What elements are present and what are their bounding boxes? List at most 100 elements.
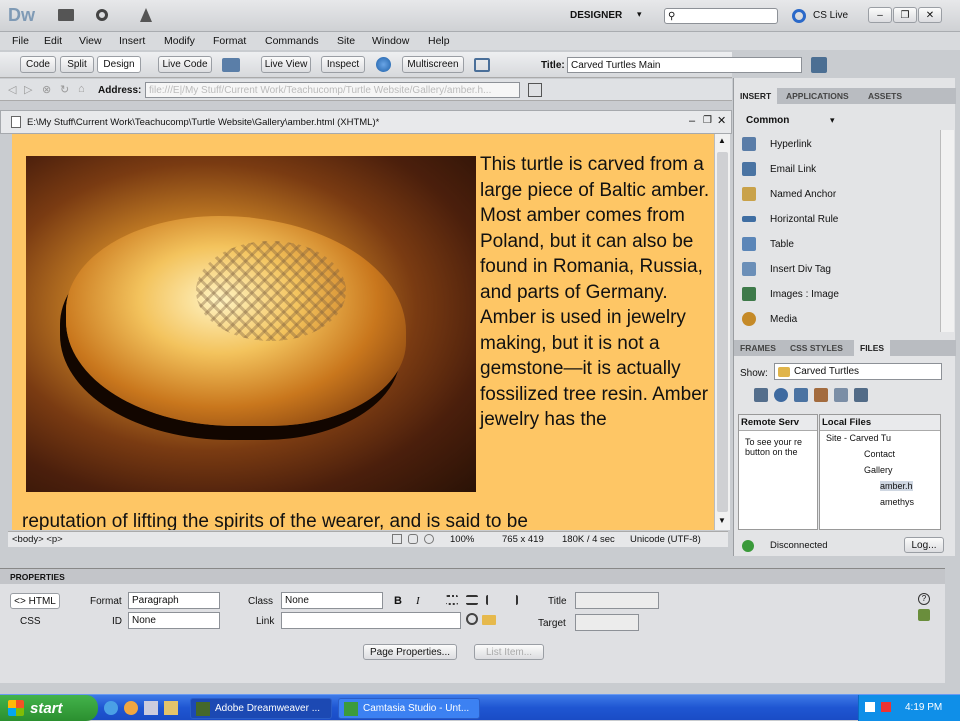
close-document-icon[interactable]: ✕ [717,114,726,127]
menu-view[interactable]: View [79,35,102,47]
cs-live-label[interactable]: CS Live [813,10,848,21]
insert-div-tag[interactable]: Insert Div Tag [742,258,831,280]
check-in-icon[interactable] [834,388,848,402]
file-management-icon[interactable] [811,57,827,73]
body-paragraph-continued[interactable]: reputation of lifting the spirits of the… [22,509,712,530]
site-icon[interactable] [140,8,152,22]
tray-network-icon[interactable] [865,702,875,712]
zoom-level[interactable]: 100% [450,534,474,545]
menu-file[interactable]: File [12,35,29,47]
browser-options-icon[interactable] [528,83,542,97]
get-files-icon[interactable] [794,388,808,402]
class-select[interactable]: None [281,592,383,609]
tree-gallery[interactable]: Gallery [864,465,893,475]
window-size[interactable]: 765 x 419 [502,534,544,545]
outdent-icon[interactable] [486,595,498,605]
restore-button[interactable]: ❐ [893,7,917,23]
firefox-icon[interactable] [124,701,138,715]
show-desktop-icon[interactable] [144,701,158,715]
design-view[interactable]: This turtle is carved from a large piece… [12,134,714,530]
html-mode-button[interactable]: <> HTML [10,593,60,609]
close-button[interactable]: ✕ [918,7,942,23]
code-view-button[interactable]: Code [20,56,56,73]
italic-button[interactable]: I [416,595,420,607]
tree-contact[interactable]: Contact [864,449,895,459]
tag-selector[interactable]: <body> <p> [12,534,63,545]
menu-edit[interactable]: Edit [44,35,62,47]
design-view-button[interactable]: Design [97,56,141,73]
multiscreen-button[interactable]: Multiscreen [402,56,464,73]
document-tab[interactable]: E:\My Stuff\Current Work\Teachucomp\Turt… [0,110,732,134]
insert-media[interactable]: Media [742,308,797,330]
ordered-list-icon[interactable] [466,595,478,605]
list-item-button[interactable]: List Item... [474,644,544,660]
format-select[interactable]: Paragraph [128,592,220,609]
tree-amethyst[interactable]: amethys [880,497,914,507]
chevron-down-icon[interactable]: ▾ [637,9,642,20]
tab-insert[interactable]: INSERT [734,88,778,104]
quick-tag-editor-icon[interactable] [918,609,930,621]
body-paragraph[interactable]: This turtle is carved from a large piece… [480,152,710,433]
zoom-tool-icon[interactable] [424,534,434,544]
chevron-down-icon[interactable]: ▾ [830,115,835,126]
search-input[interactable]: ⚲ [664,8,778,24]
refresh-icon[interactable]: ↻ [60,83,69,96]
remote-files-pane[interactable]: Remote Serv To see your re button on the [738,414,818,530]
indent-icon[interactable] [506,595,518,605]
link-input[interactable] [281,612,461,629]
local-files-pane[interactable]: Local Files Site - Carved Tu Contact Gal… [819,414,941,530]
menu-window[interactable]: Window [372,35,409,47]
task-camtasia[interactable]: Camtasia Studio - Unt... [338,698,480,719]
insert-named-anchor[interactable]: Named Anchor [742,183,836,205]
task-dreamweaver[interactable]: Adobe Dreamweaver ... [190,698,332,719]
insert-table[interactable]: Table [742,233,794,255]
site-select[interactable]: Carved Turtles [774,363,942,380]
scroll-thumb[interactable] [717,152,728,512]
minimize-button[interactable]: – [868,7,892,23]
select-tool-icon[interactable] [392,534,402,544]
back-icon[interactable]: ◁ [8,83,16,96]
amber-turtle-image[interactable] [26,156,476,492]
visual-aids-icon[interactable] [474,58,490,72]
extend-icon[interactable] [96,9,108,21]
bold-button[interactable]: B [394,595,402,607]
layout-icon[interactable] [58,9,74,21]
scroll-down-icon[interactable]: ▼ [718,516,726,525]
document-title-input[interactable]: Carved Turtles Main [567,57,802,73]
page-properties-button[interactable]: Page Properties... [363,644,457,660]
explorer-icon[interactable] [164,701,178,715]
minimize-document-icon[interactable]: – [689,115,695,127]
hand-tool-icon[interactable] [408,534,418,544]
inspect-button[interactable]: Inspect [321,56,365,73]
tray-record-icon[interactable] [881,702,891,712]
restore-document-icon[interactable]: ❐ [703,115,712,126]
split-view-button[interactable]: Split [60,56,94,73]
internet-explorer-icon[interactable] [104,701,118,715]
insert-category[interactable]: Common [746,115,789,126]
browse-folder-icon[interactable] [482,615,496,625]
stop-icon[interactable]: ⊗ [42,83,51,96]
id-select[interactable]: None [128,612,220,629]
connect-icon[interactable] [754,388,768,402]
live-code-button[interactable]: Live Code [158,56,212,73]
css-mode-button[interactable]: CSS [20,616,41,627]
target-select[interactable] [575,614,639,631]
point-to-file-icon[interactable] [466,613,478,625]
log-button[interactable]: Log... [904,537,944,553]
menu-modify[interactable]: Modify [164,35,195,47]
insert-panel-scrollbar[interactable] [940,130,954,332]
menu-format[interactable]: Format [213,35,246,47]
tab-assets[interactable]: ASSETS [862,88,908,104]
put-files-icon[interactable] [814,388,828,402]
insert-email-link[interactable]: Email Link [742,158,816,180]
tab-frames[interactable]: FRAMES [734,340,782,356]
start-button[interactable]: start [0,695,98,721]
forward-icon[interactable]: ▷ [24,83,32,96]
tab-css-styles[interactable]: CSS STYLES [784,340,849,356]
tab-files[interactable]: FILES [854,340,891,356]
insert-hyperlink[interactable]: Hyperlink [742,133,812,155]
menu-help[interactable]: Help [428,35,450,47]
title-input[interactable] [575,592,659,609]
insert-image[interactable]: Images : Image [742,283,839,305]
menu-commands[interactable]: Commands [265,35,319,47]
